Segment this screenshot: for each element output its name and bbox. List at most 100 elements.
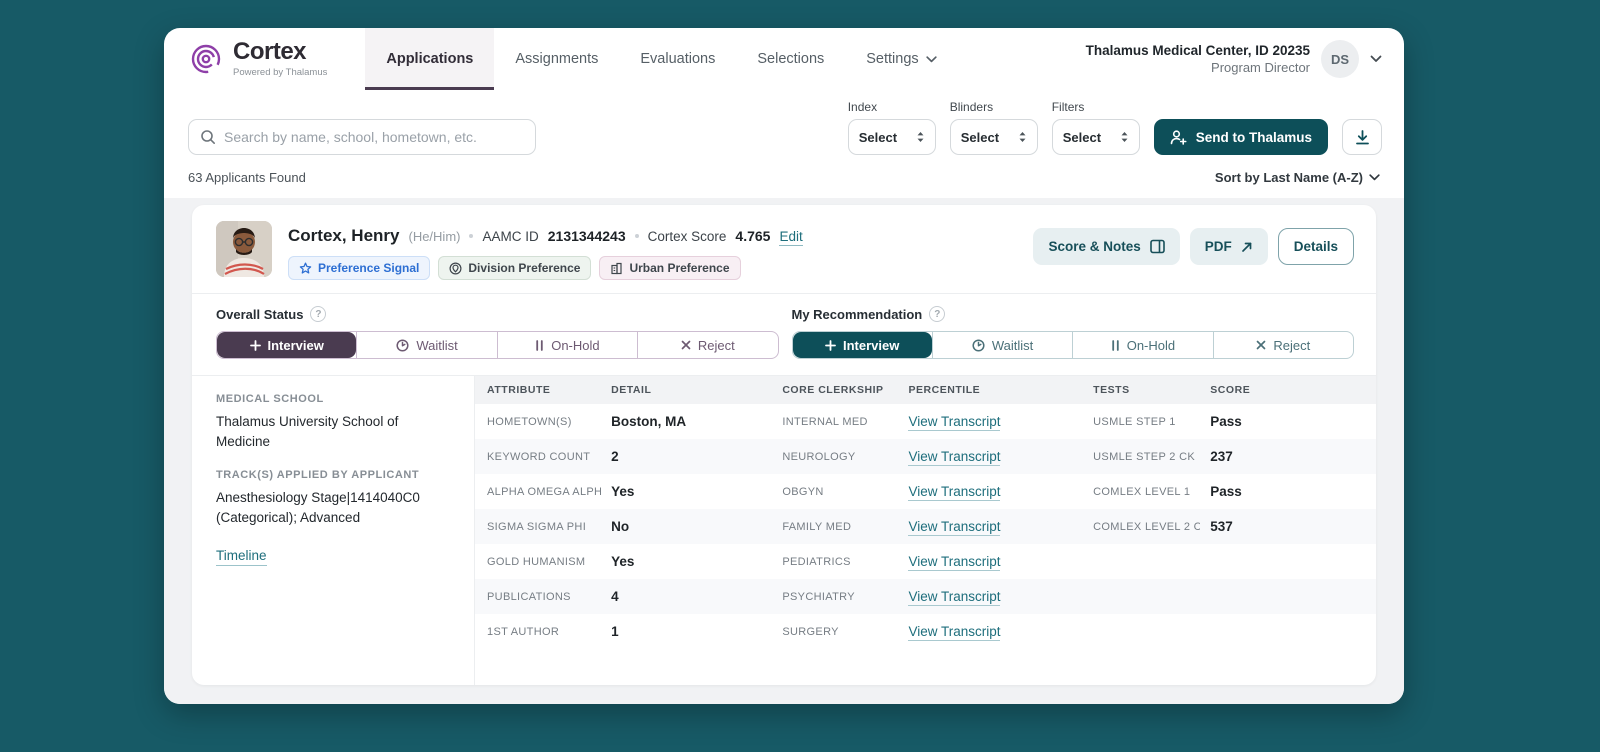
index-select[interactable]: Select (848, 119, 936, 155)
recommendation-option-waitlist[interactable]: Waitlist (932, 332, 1072, 358)
column-header-percentile: PERCENTILE (898, 384, 1083, 396)
applicants-count: 63 Applicants Found (188, 170, 306, 185)
recommendation-option-reject[interactable]: Reject (1213, 332, 1353, 358)
view-transcript-link[interactable]: View Transcript (908, 414, 1000, 431)
select-label: Blinders (950, 100, 1038, 114)
recommendation-option-interview[interactable]: Interview (793, 332, 932, 358)
view-transcript-link[interactable]: View Transcript (908, 519, 1000, 536)
select-value: Select (859, 130, 897, 145)
clerkship-cell: NEUROLOGY (772, 451, 898, 463)
overall-status-option-waitlist[interactable]: Waitlist (356, 332, 496, 358)
recommendation-help-icon[interactable]: ? (929, 306, 945, 322)
clerkship-cell: PEDIATRICS (772, 556, 898, 568)
details-button[interactable]: Details (1278, 228, 1354, 265)
download-icon (1354, 129, 1371, 146)
percentile-cell: View Transcript (898, 588, 1083, 606)
table-row: SIGMA SIGMA PHINoFAMILY MEDView Transcri… (475, 509, 1376, 544)
send-to-thalamus-button[interactable]: Send to Thalamus (1154, 119, 1328, 155)
detail-cell: Yes (601, 484, 772, 499)
account-chevron-down-icon[interactable] (1370, 55, 1382, 63)
tracks-label: TRACK(S) APPLIED BY APPLICANT (216, 469, 448, 481)
segment-label: Waitlist (416, 338, 457, 353)
card-body: MEDICAL SCHOOL Thalamus University Schoo… (192, 375, 1376, 685)
medical-school-label: MEDICAL SCHOOL (216, 393, 448, 405)
percentile-cell: View Transcript (898, 518, 1083, 536)
applicant-photo (216, 221, 272, 277)
app-header: Cortex Powered by Thalamus Applications A… (164, 28, 1404, 90)
badge-urban-preference: Urban Preference (599, 256, 740, 280)
detail-cell: 1 (601, 624, 772, 639)
table-row: KEYWORD COUNT2NEUROLOGY View Transcript US… (475, 439, 1376, 474)
view-transcript-link[interactable]: View Transcript (908, 624, 1000, 641)
account-role: Program Director (1086, 60, 1310, 75)
select-value: Select (961, 130, 999, 145)
person-plus-icon (1170, 130, 1187, 145)
x-icon (681, 340, 691, 350)
view-transcript-link[interactable]: View Transcript (908, 554, 1000, 571)
tab-assignments[interactable]: Assignments (494, 28, 619, 90)
column-header-tests: TESTS (1083, 384, 1200, 396)
account-org: Thalamus Medical Center, ID 20235 (1086, 43, 1310, 58)
pdf-button[interactable]: PDF (1190, 228, 1268, 265)
account-menu[interactable]: Thalamus Medical Center, ID 20235 Progra… (1086, 28, 1382, 90)
cortex-score-label: Cortex Score (648, 229, 727, 244)
tab-label: Assignments (515, 51, 598, 67)
tab-selections[interactable]: Selections (736, 28, 845, 90)
overall-status-help-icon[interactable]: ? (310, 306, 326, 322)
timeline-link[interactable]: Timeline (216, 548, 267, 566)
recommendation-option-on-hold[interactable]: On-Hold (1072, 332, 1212, 358)
send-to-thalamus-label: Send to Thalamus (1196, 130, 1312, 145)
sort-label: Sort by Last Name (A-Z) (1215, 170, 1363, 185)
clerkship-cell: FAMILY MED (772, 521, 898, 533)
recommendation-section: My Recommendation ? InterviewWaitlistOn-… (792, 306, 1355, 359)
updown-icon (1018, 131, 1027, 143)
search-box[interactable] (188, 119, 536, 155)
search-icon (200, 129, 216, 145)
edit-score-link[interactable]: Edit (779, 229, 802, 246)
search-input[interactable] (224, 129, 524, 145)
segment-label: Reject (698, 338, 735, 353)
detail-cell: 2 (601, 449, 772, 464)
tab-evaluations[interactable]: Evaluations (619, 28, 736, 90)
overall-status-option-interview[interactable]: Interview (217, 332, 356, 358)
building-icon (610, 262, 623, 275)
download-button[interactable] (1342, 119, 1382, 155)
applicant-info: Cortex, Henry (He/Him) AAMC ID 213134424… (288, 221, 803, 280)
attribute-cell: KEYWORD COUNT (475, 451, 601, 463)
filters-select[interactable]: Select (1052, 119, 1140, 155)
overall-status-option-on-hold[interactable]: On-Hold (497, 332, 637, 358)
view-transcript-link[interactable]: View Transcript (908, 589, 1000, 606)
score-and-notes-button[interactable]: Score & Notes (1033, 228, 1179, 265)
test-cell: USMLE STEP 2 CK (1083, 451, 1200, 463)
toolbar: IndexSelectBlindersSelectFiltersSelect S… (164, 90, 1404, 155)
applicant-name: Cortex, Henry (288, 226, 399, 246)
blinders-select[interactable]: Select (950, 119, 1038, 155)
app-window: Cortex Powered by Thalamus Applications A… (164, 28, 1404, 704)
percentile-cell: View Transcript (898, 483, 1083, 501)
select-group-index: Index Select (848, 100, 936, 155)
overall-status-option-reject[interactable]: Reject (637, 332, 777, 358)
sort-control[interactable]: Sort by Last Name (A-Z) (1215, 170, 1380, 185)
tab-settings[interactable]: Settings (845, 28, 957, 90)
test-cell: COMLEX LEVEL 1 (1083, 486, 1200, 498)
column-header-attribute: ATTRIBUTE (475, 384, 601, 396)
select-group-filters: FiltersSelect (1052, 100, 1140, 155)
select-label: Index (848, 100, 936, 114)
view-transcript-link[interactable]: View Transcript (908, 449, 1000, 466)
tab-applications[interactable]: Applications (365, 28, 494, 90)
detail-cell: No (601, 519, 772, 534)
test-cell: COMLEX LEVEL 2 CE (1083, 521, 1200, 533)
badge-label: Urban Preference (629, 261, 729, 275)
brand: Cortex Powered by Thalamus (188, 28, 327, 90)
clerkship-cell: OBGYN (772, 486, 898, 498)
attribute-cell: ALPHA OMEGA ALPHA (475, 486, 601, 498)
results-row: 63 Applicants Found Sort by Last Name (A… (164, 155, 1404, 198)
pdf-label: PDF (1205, 239, 1232, 254)
view-transcript-link[interactable]: View Transcript (908, 484, 1000, 501)
percentile-cell: View Transcript (898, 413, 1083, 431)
detail-cell: 4 (601, 589, 772, 604)
aamc-id-label: AAMC ID (482, 229, 538, 244)
avatar[interactable]: DS (1321, 40, 1359, 78)
badge-division-preference: Division Preference (438, 256, 591, 280)
updown-icon (916, 131, 925, 143)
